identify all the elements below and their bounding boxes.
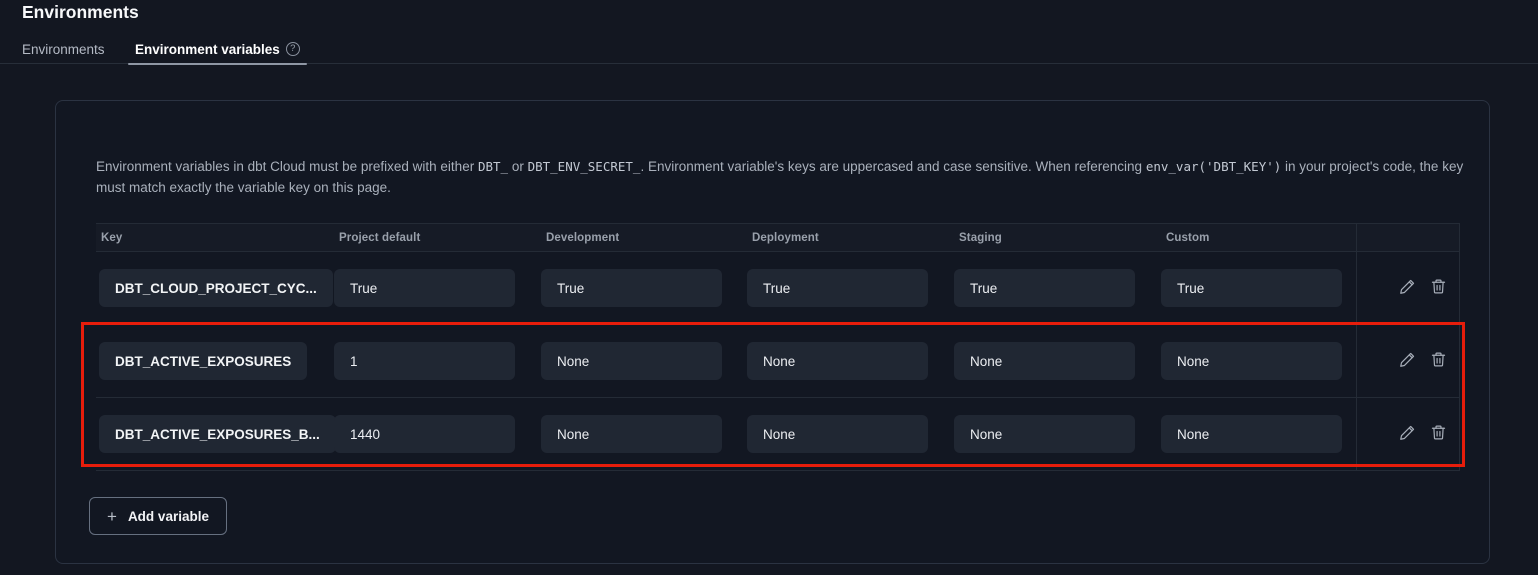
key-cell: DBT_CLOUD_PROJECT_CYC... [96, 269, 334, 307]
trash-icon [1430, 278, 1447, 298]
description-segment: Environment variables in dbt Cloud must … [96, 159, 478, 174]
variable-key: DBT_CLOUD_PROJECT_CYC... [99, 269, 333, 307]
add-variable-label: Add variable [128, 509, 209, 524]
variable-value: True [541, 269, 722, 307]
description-segment: or [508, 159, 528, 174]
pencil-icon [1399, 278, 1416, 298]
deployment-cell: None [747, 342, 954, 380]
delete-variable-button[interactable] [1429, 279, 1447, 297]
tab-environment-variables-label: Environment variables [135, 40, 280, 60]
tab-environment-variables[interactable]: Environment variables ? [135, 40, 300, 64]
development-cell: None [541, 415, 747, 453]
page-title: Environments [22, 1, 139, 23]
column-header-project-default: Project default [334, 232, 541, 244]
edit-variable-button[interactable] [1398, 425, 1416, 443]
variable-value: True [1161, 269, 1342, 307]
row-actions [1356, 252, 1460, 324]
custom-cell: None [1161, 342, 1356, 380]
environment-variables-card: Environment variables in dbt Cloud must … [55, 100, 1490, 564]
code-dbt-env-secret-prefix: DBT_ENV_SECRET_ [528, 159, 641, 174]
plus-icon: + [107, 508, 117, 525]
table-row: DBT_ACTIVE_EXPOSURES_B... 1440 None None… [96, 398, 1460, 471]
column-header-custom: Custom [1161, 232, 1356, 244]
description-text: Environment variables in dbt Cloud must … [96, 156, 1468, 198]
pencil-icon [1399, 424, 1416, 444]
variable-value: None [747, 342, 928, 380]
variable-value: True [954, 269, 1135, 307]
variable-value: 1 [334, 342, 515, 380]
delete-variable-button[interactable] [1429, 352, 1447, 370]
table-row: DBT_ACTIVE_EXPOSURES 1 None None None No… [96, 325, 1460, 398]
help-icon[interactable]: ? [286, 42, 300, 56]
tab-bar: Environments Environment variables ? [0, 40, 1538, 64]
staging-cell: None [954, 342, 1161, 380]
environments-page: { "page": { "title": "Environments" }, "… [0, 0, 1538, 575]
variable-key: DBT_ACTIVE_EXPOSURES_B... [99, 415, 336, 453]
variable-value: None [1161, 342, 1342, 380]
variable-value: None [1161, 415, 1342, 453]
variable-value: 1440 [334, 415, 515, 453]
environment-variables-table: Key Project default Development Deployme… [96, 223, 1460, 471]
variable-key: DBT_ACTIVE_EXPOSURES [99, 342, 307, 380]
code-dbt-prefix: DBT_ [478, 159, 508, 174]
variable-value: None [541, 415, 722, 453]
staging-cell: True [954, 269, 1161, 307]
delete-variable-button[interactable] [1429, 425, 1447, 443]
trash-icon [1430, 424, 1447, 444]
tab-environments[interactable]: Environments [22, 40, 105, 64]
column-header-key: Key [96, 232, 334, 244]
variable-value: None [541, 342, 722, 380]
column-header-deployment: Deployment [747, 232, 954, 244]
deployment-cell: True [747, 269, 954, 307]
staging-cell: None [954, 415, 1161, 453]
description-segment: . Environment variable's keys are upperc… [640, 159, 1145, 174]
row-actions [1356, 398, 1460, 470]
trash-icon [1430, 351, 1447, 371]
table-row: DBT_CLOUD_PROJECT_CYC... True True True … [96, 252, 1460, 325]
project-default-cell: 1 [334, 342, 541, 380]
variable-value: None [954, 415, 1135, 453]
variable-value: True [334, 269, 515, 307]
edit-variable-button[interactable] [1398, 352, 1416, 370]
variable-value: None [954, 342, 1135, 380]
project-default-cell: 1440 [334, 415, 541, 453]
pencil-icon [1399, 351, 1416, 371]
code-env-var-reference: env_var('DBT_KEY') [1146, 159, 1281, 174]
key-cell: DBT_ACTIVE_EXPOSURES [96, 342, 334, 380]
custom-cell: None [1161, 415, 1356, 453]
development-cell: True [541, 269, 747, 307]
column-header-development: Development [541, 232, 747, 244]
variable-value: None [747, 415, 928, 453]
row-actions [1356, 325, 1460, 397]
column-header-staging: Staging [954, 232, 1161, 244]
custom-cell: True [1161, 269, 1356, 307]
add-variable-button[interactable]: + Add variable [89, 497, 227, 535]
development-cell: None [541, 342, 747, 380]
edit-variable-button[interactable] [1398, 279, 1416, 297]
key-cell: DBT_ACTIVE_EXPOSURES_B... [96, 415, 334, 453]
variable-value: True [747, 269, 928, 307]
tab-environments-label: Environments [22, 40, 105, 60]
project-default-cell: True [334, 269, 541, 307]
table-header-row: Key Project default Development Deployme… [96, 223, 1460, 252]
deployment-cell: None [747, 415, 954, 453]
column-header-actions [1356, 224, 1460, 251]
